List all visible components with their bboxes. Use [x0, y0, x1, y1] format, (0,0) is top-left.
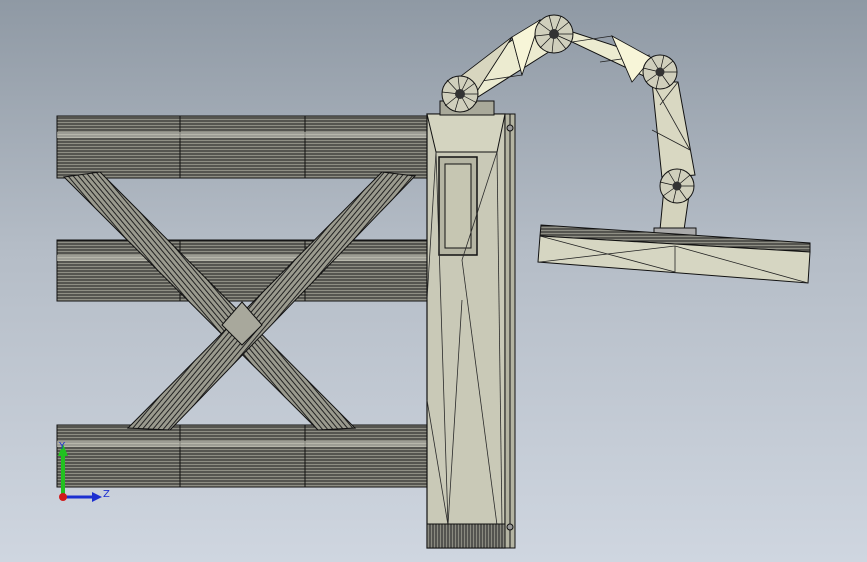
triad-y-label: Y: [58, 441, 66, 452]
triad-z-arrowhead: [92, 492, 102, 502]
joint-base[interactable]: [441, 75, 479, 113]
bottom-tube[interactable]: [56, 424, 431, 488]
middle-tube[interactable]: [56, 239, 431, 302]
model-scene[interactable]: Y Z: [0, 0, 867, 562]
column-top-cap: [426, 113, 506, 153]
vertical-column[interactable]: [426, 113, 516, 549]
steel-frame[interactable]: [56, 115, 431, 488]
column-base: [426, 523, 506, 549]
top-tube[interactable]: [56, 115, 431, 179]
joint-wrist[interactable]: [659, 168, 695, 204]
arm-link-3[interactable]: [651, 81, 696, 179]
joint-shoulder[interactable]: [534, 14, 574, 54]
triad-z-label: Z: [103, 489, 110, 500]
gripper-plate[interactable]: [537, 224, 811, 284]
triad-x-axis: [59, 493, 67, 501]
cad-viewport[interactable]: Y Z: [0, 0, 867, 562]
joint-elbow[interactable]: [642, 54, 678, 90]
